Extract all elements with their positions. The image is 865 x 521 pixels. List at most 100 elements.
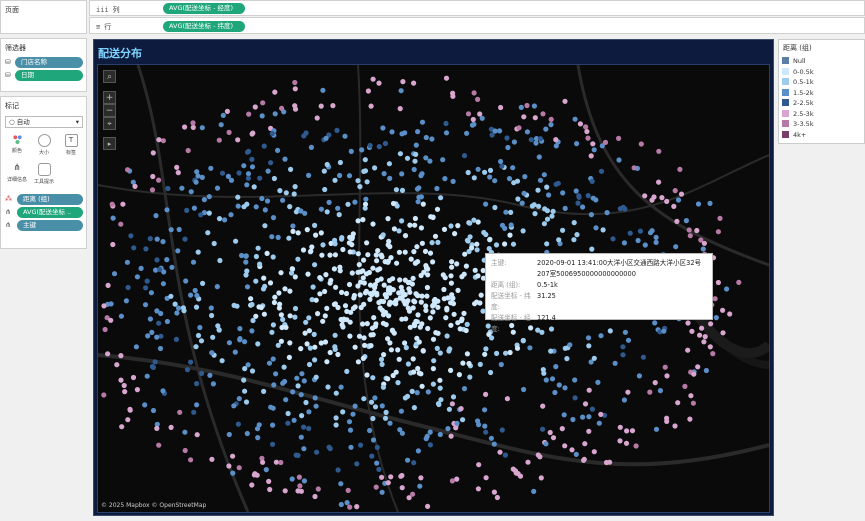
map-point[interactable] [586,428,592,434]
map-point[interactable] [589,178,595,184]
map-point[interactable] [604,210,610,216]
map-point[interactable] [182,429,188,435]
map-point[interactable] [244,149,251,155]
map-point[interactable] [369,453,375,459]
map-point[interactable] [361,335,367,341]
map-point[interactable] [513,470,519,476]
map-point[interactable] [492,204,498,211]
map-point[interactable] [564,356,570,362]
map-point[interactable] [358,442,364,448]
map-point[interactable] [294,375,300,381]
map-point[interactable] [638,141,644,147]
map-point[interactable] [175,170,181,176]
map-point[interactable] [399,295,405,302]
map-point[interactable] [322,288,328,295]
map-point[interactable] [443,120,449,127]
map-point[interactable] [449,401,455,407]
map-point[interactable] [249,328,255,334]
map-point[interactable] [405,361,411,367]
map-point[interactable] [536,203,542,209]
map-point[interactable] [318,230,324,236]
map-point[interactable] [199,370,205,376]
map-point[interactable] [224,108,230,114]
map-point[interactable] [471,121,477,127]
map-point[interactable] [511,139,517,145]
map-point[interactable] [388,255,394,261]
map-point[interactable] [398,408,404,414]
map-point[interactable] [494,494,500,501]
map-point[interactable] [464,130,470,136]
map-point[interactable] [118,377,124,383]
map-point[interactable] [298,208,304,214]
map-point[interactable] [582,401,589,407]
map-point[interactable] [195,332,202,339]
map-point[interactable] [346,419,353,425]
map-point[interactable] [524,129,530,135]
map-point[interactable] [562,345,568,351]
map-point[interactable] [610,236,616,242]
map-point[interactable] [430,336,437,342]
map-point[interactable] [446,406,452,412]
map-point[interactable] [694,227,700,234]
map-point[interactable] [616,135,622,141]
map-point[interactable] [276,305,282,311]
map-point[interactable] [266,360,273,366]
map-point[interactable] [254,472,260,478]
map-point[interactable] [367,296,373,302]
map-point[interactable] [269,234,275,240]
map-point[interactable] [211,240,217,247]
map-point[interactable] [119,424,125,430]
map-point[interactable] [387,175,393,181]
map-point[interactable] [331,266,337,272]
map-point[interactable] [686,227,692,233]
map-point[interactable] [306,328,312,334]
map-point[interactable] [629,428,636,434]
map-point[interactable] [149,187,156,193]
map-point[interactable] [387,420,393,426]
map-point[interactable] [361,301,367,307]
map-point[interactable] [160,138,166,144]
map-point[interactable] [343,290,350,297]
map-point[interactable] [267,280,274,286]
map-point[interactable] [317,275,323,281]
map-point[interactable] [222,217,228,223]
map-point[interactable] [285,410,291,417]
map-point[interactable] [282,378,288,385]
map-point[interactable] [379,403,385,409]
map-point[interactable] [261,311,267,317]
map-point[interactable] [357,184,363,190]
map-point[interactable] [275,342,281,348]
map-point[interactable] [425,325,431,332]
map-point[interactable] [277,188,283,194]
map-point[interactable] [303,130,309,136]
map-point[interactable] [269,329,275,335]
map-point[interactable] [231,302,237,308]
map-point[interactable] [427,250,434,256]
map-point[interactable] [188,359,194,365]
map-point[interactable] [249,368,256,374]
map-point[interactable] [687,233,693,239]
map-point[interactable] [253,253,259,260]
map-point[interactable] [160,281,166,287]
map-point[interactable] [122,389,128,395]
map-point[interactable] [270,322,276,328]
map-point[interactable] [185,147,191,154]
map-point[interactable] [194,432,200,438]
map-point[interactable] [418,225,424,231]
map-point[interactable] [502,241,508,247]
map-point[interactable] [403,300,409,307]
map-point[interactable] [559,426,565,432]
map-point[interactable] [188,189,194,195]
map-point[interactable] [369,325,376,331]
map-point[interactable] [362,157,368,163]
map-point[interactable] [305,271,311,277]
map-point[interactable] [344,368,350,374]
map-point[interactable] [338,384,344,390]
map-point[interactable] [177,409,183,415]
map-point[interactable] [374,292,380,298]
map-point[interactable] [298,488,304,494]
map-point[interactable] [444,307,450,313]
map-point[interactable] [430,381,436,387]
map-point[interactable] [352,403,358,409]
map-point[interactable] [674,218,680,224]
